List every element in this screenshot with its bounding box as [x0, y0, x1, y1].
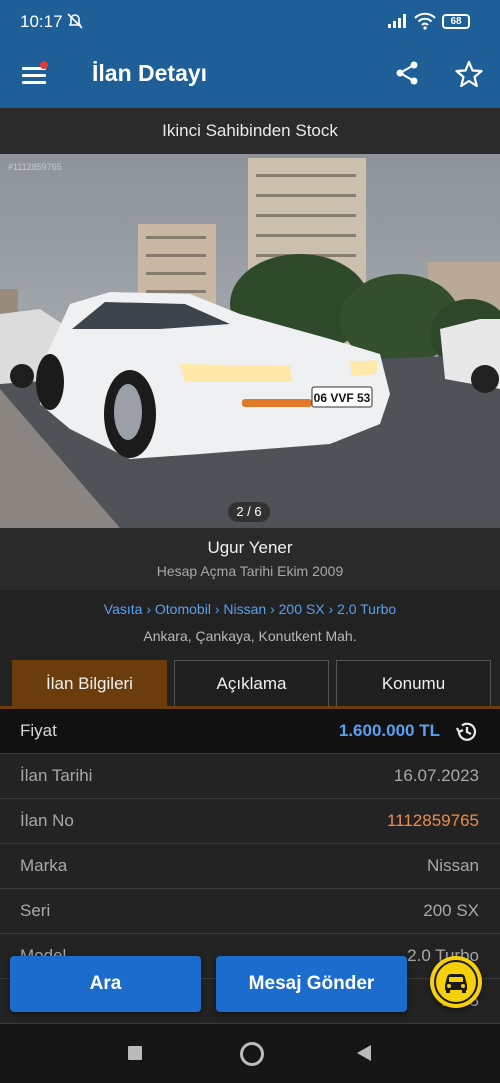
- tab-konumu[interactable]: Konumu: [336, 660, 491, 706]
- detail-key: Fiyat: [20, 721, 57, 740]
- detail-row-price: Fiyat 1.600.000 TL: [0, 709, 500, 754]
- status-bar: 10:17 68: [0, 0, 500, 44]
- breadcrumb-section: Vasıta › Otomobil › Nissan › 200 SX › 2.…: [0, 590, 500, 660]
- breadcrumb: Vasıta › Otomobil › Nissan › 200 SX › 2.…: [0, 601, 500, 617]
- favorite-star-icon[interactable]: [455, 60, 483, 93]
- breadcrumb-separator: ›: [328, 601, 334, 617]
- breadcrumb-separator: ›: [270, 601, 275, 617]
- detail-value: 16.07.2023: [393, 766, 479, 785]
- listing-number[interactable]: 1112859765: [387, 811, 479, 831]
- detail-key: İlan No: [20, 811, 74, 830]
- notification-dot: [40, 61, 48, 69]
- car-photo-image: 06 VVF 53: [0, 154, 500, 528]
- menu-icon[interactable]: [22, 61, 50, 89]
- detail-key: Marka: [20, 856, 68, 875]
- photo-counter: 2 / 6: [228, 502, 270, 522]
- app-bar: İlan Detayı: [0, 44, 500, 108]
- mute-notifications-icon: [66, 12, 84, 35]
- signal-icon: [388, 14, 408, 33]
- recent-apps-icon[interactable]: [128, 1046, 142, 1060]
- home-icon[interactable]: [240, 1042, 264, 1066]
- photo-watermark: #1112859765: [8, 162, 62, 172]
- breadcrumb-item-2-0-turbo[interactable]: 2.0 Turbo: [337, 601, 396, 617]
- back-icon[interactable]: [356, 1044, 372, 1067]
- share-icon[interactable]: [394, 60, 420, 91]
- store-name[interactable]: Ikinci Sahibinden Stock: [0, 108, 500, 154]
- detail-value: Nissan: [427, 856, 479, 875]
- detail-row-listing-no: İlan No 1112859765: [0, 799, 500, 844]
- status-time: 10:17: [20, 12, 63, 31]
- breadcrumb-item-200sx[interactable]: 200 SX: [279, 601, 325, 617]
- detail-row-series: Seri 200 SX: [0, 889, 500, 934]
- battery-icon: 68: [442, 14, 470, 29]
- tab-ilan-bilgileri[interactable]: İlan Bilgileri: [12, 660, 167, 706]
- seller-name[interactable]: Ugur Yener: [0, 538, 500, 558]
- tab-bar: İlan Bilgileri Açıklama Konumu: [0, 660, 500, 708]
- breadcrumb-item-vasita[interactable]: Vasıta: [104, 601, 143, 617]
- call-button[interactable]: Ara: [10, 956, 201, 1012]
- price-history-icon[interactable]: [454, 719, 480, 750]
- system-nav-bar: [0, 1024, 500, 1083]
- breadcrumb-item-nissan[interactable]: Nissan: [223, 601, 266, 617]
- wifi-icon: [414, 12, 436, 35]
- breadcrumb-separator: ›: [214, 601, 220, 617]
- detail-key: İlan Tarihi: [20, 766, 93, 785]
- breadcrumb-separator: ›: [146, 601, 152, 617]
- listing-photo[interactable]: 06 VVF 53 #1112859765 2 / 6: [0, 154, 500, 528]
- breadcrumb-item-otomobil[interactable]: Otomobil: [155, 601, 211, 617]
- license-plate: 06 VVF 53: [314, 391, 371, 405]
- detail-key: Seri: [20, 901, 51, 920]
- tab-aciklama[interactable]: Açıklama: [174, 660, 329, 706]
- send-message-button[interactable]: Mesaj Gönder: [216, 956, 407, 1012]
- detail-row-date: İlan Tarihi 16.07.2023: [0, 754, 500, 799]
- price-value: 1.600.000 TL: [338, 721, 440, 740]
- seller-info[interactable]: Ugur Yener Hesap Açma Tarihi Ekim 2009: [0, 528, 500, 590]
- car-assistant-button[interactable]: [430, 956, 482, 1008]
- car-icon: [434, 960, 478, 1004]
- detail-value: 200 SX: [423, 901, 479, 920]
- page-title: İlan Detayı: [92, 60, 208, 86]
- listing-location: Ankara, Çankaya, Konutkent Mah.: [143, 628, 357, 644]
- detail-row-brand: Marka Nissan: [0, 844, 500, 889]
- account-since: Hesap Açma Tarihi Ekim 2009: [156, 563, 344, 579]
